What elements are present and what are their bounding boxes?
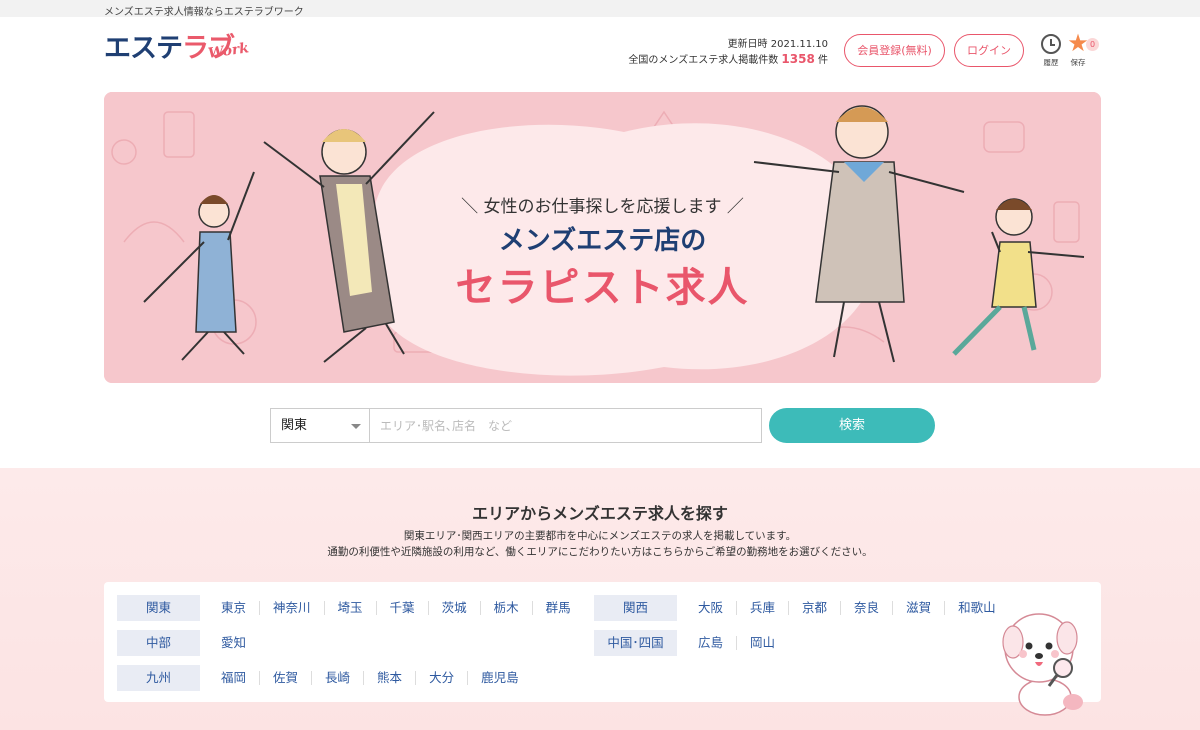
pref-link[interactable]: 奈良	[840, 601, 892, 615]
region-row-kyushu: 九州 福岡 佐賀 長崎 熊本 大分 鹿児島	[117, 665, 532, 691]
area-section-title: エリアからメンズエステ求人を探す	[472, 504, 728, 523]
hero-title-line1: メンズエステ店の	[498, 226, 707, 256]
pref-link[interactable]: 愛知	[208, 636, 259, 650]
region-row-kansai: 関西 大阪 兵庫 京都 奈良 滋賀 和歌山	[594, 595, 1009, 621]
pref-link[interactable]: 長崎	[311, 671, 363, 685]
updated-date: 更新日時 2021.11.10	[727, 39, 828, 50]
pref-link[interactable]: 埼玉	[323, 601, 376, 615]
site-logo[interactable]: エステラブ Work	[104, 30, 264, 70]
pref-link[interactable]: 神奈川	[259, 601, 324, 615]
pref-link[interactable]: 滋賀	[892, 601, 944, 615]
region-select[interactable]: 関東	[270, 408, 370, 443]
region-label-chugoku-shikoku[interactable]: 中国･四国	[594, 630, 677, 656]
register-button[interactable]: 会員登録(無料)	[844, 34, 945, 67]
region-row-kanto: 関東 東京 神奈川 埼玉 千葉 茨城 栃木 群馬	[117, 595, 584, 621]
hero-banner: ＼ 女性のお仕事探しを応援します ／ メンズエステ店の セラピスト求人	[104, 92, 1101, 383]
listing-count: 全国のメンズエステ求人掲載件数 1358 件	[628, 52, 828, 66]
region-label-kansai[interactable]: 関西	[594, 595, 677, 621]
pref-link[interactable]: 熊本	[363, 671, 415, 685]
pref-link[interactable]: 福岡	[208, 671, 259, 685]
saved-label: 保存	[1070, 58, 1086, 67]
login-button[interactable]: ログイン	[954, 34, 1024, 67]
area-section-description: 関東エリア･関西エリアの主要都市を中心にメンズエステの求人を掲載しています。 通…	[327, 530, 873, 558]
pref-link[interactable]: 兵庫	[736, 601, 788, 615]
pref-link[interactable]: 栃木	[479, 601, 532, 615]
search-input[interactable]	[369, 408, 762, 443]
pref-link[interactable]: 佐賀	[259, 671, 311, 685]
site-tagline: メンズエステ求人情報ならエステラブワーク	[104, 7, 304, 18]
pref-link[interactable]: 鹿児島	[467, 671, 532, 685]
hero-subtitle: ＼ 女性のお仕事探しを応援します ／	[461, 197, 744, 217]
pref-link[interactable]: 京都	[788, 601, 840, 615]
pref-link[interactable]: 大分	[415, 671, 467, 685]
region-label-kanto[interactable]: 関東	[117, 595, 200, 621]
top-bar: メンズエステ求人情報ならエステラブワーク	[0, 0, 1200, 18]
region-row-chugoku-shikoku: 中国･四国 広島 岡山	[594, 630, 788, 656]
region-row-chubu: 中部 愛知	[117, 630, 259, 656]
pref-link[interactable]: 千葉	[375, 601, 428, 615]
region-label-chubu[interactable]: 中部	[117, 630, 200, 656]
search-button[interactable]: 検索	[769, 408, 935, 443]
saved-count-badge: 0	[1086, 38, 1099, 51]
dog-mascot-icon	[1002, 613, 1083, 716]
hero-title-line2: セラピスト求人	[455, 265, 750, 311]
pref-link[interactable]: 茨城	[427, 601, 480, 615]
pref-link[interactable]: 広島	[685, 636, 736, 650]
saved-button[interactable]: ★ 0 保存	[1067, 31, 1099, 68]
pref-link[interactable]: 大阪	[685, 601, 736, 615]
pref-link[interactable]: 東京	[208, 601, 259, 615]
pref-link[interactable]: 岡山	[736, 636, 788, 650]
region-label-kyushu[interactable]: 九州	[117, 665, 200, 691]
region-select-value: 関東	[281, 418, 308, 433]
chevron-down-icon	[351, 424, 361, 429]
listing-count-number: 1358	[781, 52, 815, 66]
area-list-box: 関東 東京 神奈川 埼玉 千葉 茨城 栃木 群馬 関西 大阪 兵庫 京都 奈良 …	[104, 582, 1101, 702]
update-info: 更新日時 2021.11.10 全国のメンズエステ求人掲載件数 1358 件	[628, 37, 828, 68]
pref-link[interactable]: 群馬	[531, 601, 584, 615]
